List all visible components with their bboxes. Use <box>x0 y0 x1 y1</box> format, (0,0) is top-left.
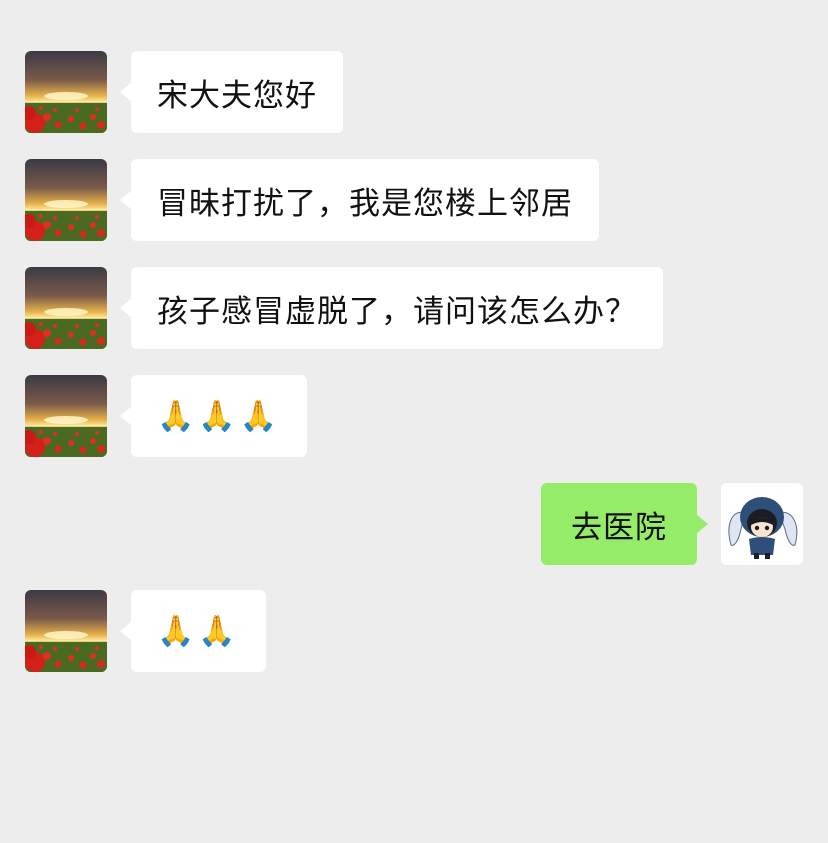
contact-avatar[interactable] <box>25 267 107 349</box>
chat-conversation: 宋大夫您好 冒昧打扰了，我是您楼上邻居 孩子感冒虚脱了，请问该怎么办？ 🙏🙏🙏 … <box>0 0 828 843</box>
sunset-poppy-field-avatar-image <box>25 267 107 349</box>
contact-avatar[interactable] <box>25 159 107 241</box>
incoming-message-bubble[interactable]: 孩子感冒虚脱了，请问该怎么办？ <box>120 267 663 349</box>
sunset-poppy-field-avatar-image <box>25 159 107 241</box>
contact-avatar[interactable] <box>25 590 107 672</box>
contact-avatar[interactable] <box>25 51 107 133</box>
sunset-poppy-field-avatar-image <box>25 51 107 133</box>
incoming-emoji-bubble[interactable]: 🙏🙏🙏 <box>119 375 308 457</box>
incoming-message-bubble[interactable]: 冒昧打扰了，我是您楼上邻居 <box>120 159 599 241</box>
outgoing-message-bubble[interactable]: 去医院 <box>541 483 708 565</box>
anime-girl-bunny-hood-avatar-image <box>721 483 803 565</box>
sunset-poppy-field-avatar-image <box>25 590 107 672</box>
incoming-emoji-bubble[interactable]: 🙏🙏 <box>120 590 266 672</box>
contact-avatar[interactable] <box>25 375 107 457</box>
own-avatar[interactable] <box>721 483 803 565</box>
incoming-message-bubble[interactable]: 宋大夫您好 <box>120 51 343 133</box>
sunset-poppy-field-avatar-image <box>25 375 107 457</box>
